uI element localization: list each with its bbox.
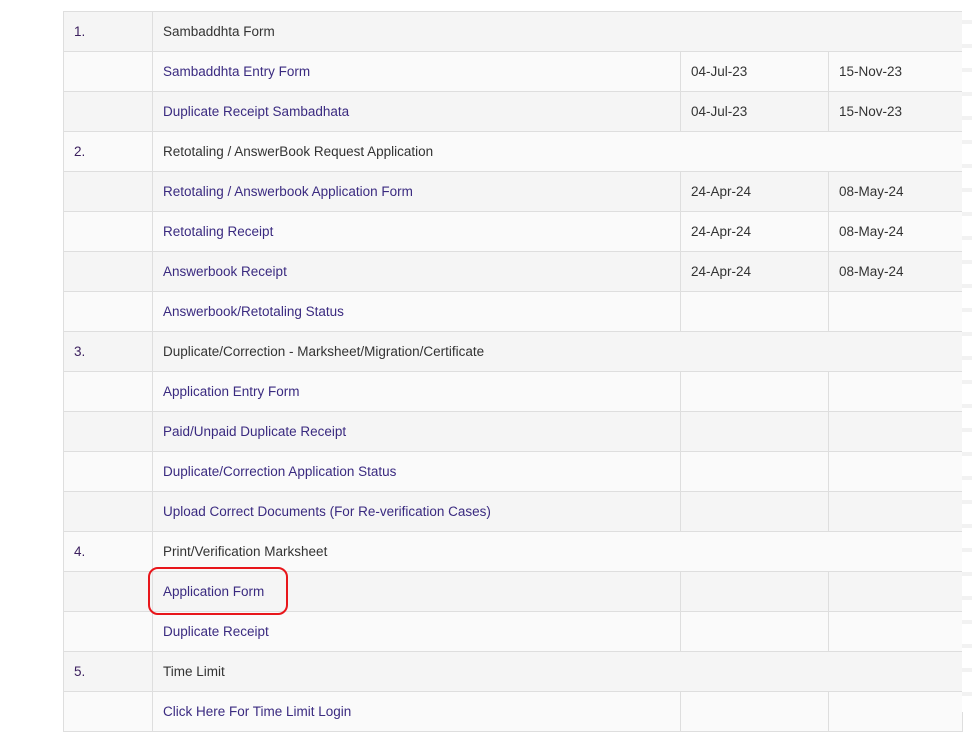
section-row: 3. Duplicate/Correction - Marksheet/Migra…	[63, 331, 964, 372]
empty-cell	[63, 291, 153, 332]
end-date	[827, 611, 964, 652]
section-number: 3.	[63, 331, 153, 372]
link-cell: Upload Correct Documents (For Re-verific…	[152, 491, 681, 532]
table-row: Retotaling / Answerbook Application Form…	[63, 171, 964, 212]
empty-cell	[63, 411, 153, 452]
end-date: 15-Nov-23	[827, 51, 964, 92]
empty-cell	[63, 491, 153, 532]
page-background-decoration	[962, 0, 972, 712]
start-date: 04-Jul-23	[680, 91, 829, 132]
start-date	[680, 571, 829, 612]
item-link[interactable]: Application Entry Form	[163, 384, 300, 399]
link-cell: Duplicate/Correction Application Status	[152, 451, 681, 492]
item-link[interactable]: Application Form	[163, 584, 264, 599]
start-date	[680, 371, 829, 412]
item-link[interactable]: Sambaddhta Entry Form	[163, 64, 310, 79]
empty-cell	[63, 51, 153, 92]
start-date	[680, 291, 829, 332]
empty-cell	[63, 211, 153, 252]
item-link[interactable]: Duplicate/Correction Application Status	[163, 464, 396, 479]
start-date: 24-Apr-24	[680, 211, 829, 252]
section-row: 2. Retotaling / AnswerBook Request Applic…	[63, 131, 964, 172]
table-row: Duplicate Receipt	[63, 611, 964, 652]
services-table: 1. Sambaddhta Form Sambaddhta Entry Form 04…	[63, 11, 964, 732]
section-number: 5.	[63, 651, 153, 692]
section-title: Duplicate/Correction - Marksheet/Migrati…	[151, 331, 964, 372]
link-cell: Application Entry Form	[152, 371, 681, 412]
end-date: 08-May-24	[827, 171, 964, 212]
table-row: Answerbook/Retotaling Status	[63, 291, 964, 332]
item-link[interactable]: Paid/Unpaid Duplicate Receipt	[163, 424, 346, 439]
end-date: 08-May-24	[827, 251, 964, 292]
section-row: 5. Time Limit	[63, 651, 964, 692]
table-row: Retotaling Receipt 24-Apr-24 08-May-24	[63, 211, 964, 252]
empty-cell	[63, 251, 153, 292]
end-date	[827, 371, 964, 412]
end-date	[827, 291, 964, 332]
link-cell: Duplicate Receipt	[152, 611, 681, 652]
table-row: Duplicate/Correction Application Status	[63, 451, 964, 492]
link-cell: Retotaling Receipt	[152, 211, 681, 252]
section-row: 4. Print/Verification Marksheet	[63, 531, 964, 572]
start-date	[680, 611, 829, 652]
table-row: Sambaddhta Entry Form 04-Jul-23 15-Nov-23	[63, 51, 964, 92]
item-link[interactable]: Duplicate Receipt	[163, 624, 269, 639]
item-link[interactable]: Duplicate Receipt Sambadhata	[163, 104, 349, 119]
section-number: 1.	[63, 11, 153, 52]
start-date: 04-Jul-23	[680, 51, 829, 92]
item-link[interactable]: Upload Correct Documents (For Re-verific…	[163, 504, 491, 519]
start-date: 24-Apr-24	[680, 171, 829, 212]
end-date	[827, 451, 964, 492]
end-date: 08-May-24	[827, 211, 964, 252]
end-date: 15-Nov-23	[827, 91, 964, 132]
table-row: Answerbook Receipt 24-Apr-24 08-May-24	[63, 251, 964, 292]
section-number: 2.	[63, 131, 153, 172]
link-cell: Retotaling / Answerbook Application Form	[152, 171, 681, 212]
section-title: Retotaling / AnswerBook Request Applicat…	[151, 131, 964, 172]
empty-cell	[63, 91, 153, 132]
end-date	[827, 571, 964, 612]
section-title: Sambaddhta Form	[151, 11, 964, 52]
item-link[interactable]: Retotaling / Answerbook Application Form	[163, 184, 413, 199]
link-cell: Answerbook/Retotaling Status	[152, 291, 681, 332]
section-row: 1. Sambaddhta Form	[63, 11, 964, 52]
link-cell: Paid/Unpaid Duplicate Receipt	[152, 411, 681, 452]
section-title: Print/Verification Marksheet	[151, 531, 964, 572]
table-row: Paid/Unpaid Duplicate Receipt	[63, 411, 964, 452]
link-cell: Sambaddhta Entry Form	[152, 51, 681, 92]
start-date: 24-Apr-24	[680, 251, 829, 292]
table-row: Duplicate Receipt Sambadhata 04-Jul-23 15-…	[63, 91, 964, 132]
empty-cell	[63, 171, 153, 212]
end-date	[827, 411, 964, 452]
item-link[interactable]: Answerbook Receipt	[163, 264, 287, 279]
start-date	[680, 451, 829, 492]
link-cell: Duplicate Receipt Sambadhata	[152, 91, 681, 132]
empty-cell	[63, 611, 153, 652]
start-date	[680, 491, 829, 532]
empty-cell	[63, 371, 153, 412]
section-number: 4.	[63, 531, 153, 572]
link-cell: Answerbook Receipt	[152, 251, 681, 292]
end-date	[827, 491, 964, 532]
table-row: Application Form	[63, 571, 964, 612]
table-row: Upload Correct Documents (For Re-verific…	[63, 491, 964, 532]
table-row: Application Entry Form	[63, 371, 964, 412]
item-link[interactable]: Answerbook/Retotaling Status	[163, 304, 344, 319]
item-link[interactable]: Retotaling Receipt	[163, 224, 273, 239]
link-cell: Application Form	[152, 571, 681, 612]
section-title: Time Limit	[151, 651, 964, 692]
empty-cell	[63, 451, 153, 492]
start-date	[680, 411, 829, 452]
empty-cell	[63, 571, 153, 612]
